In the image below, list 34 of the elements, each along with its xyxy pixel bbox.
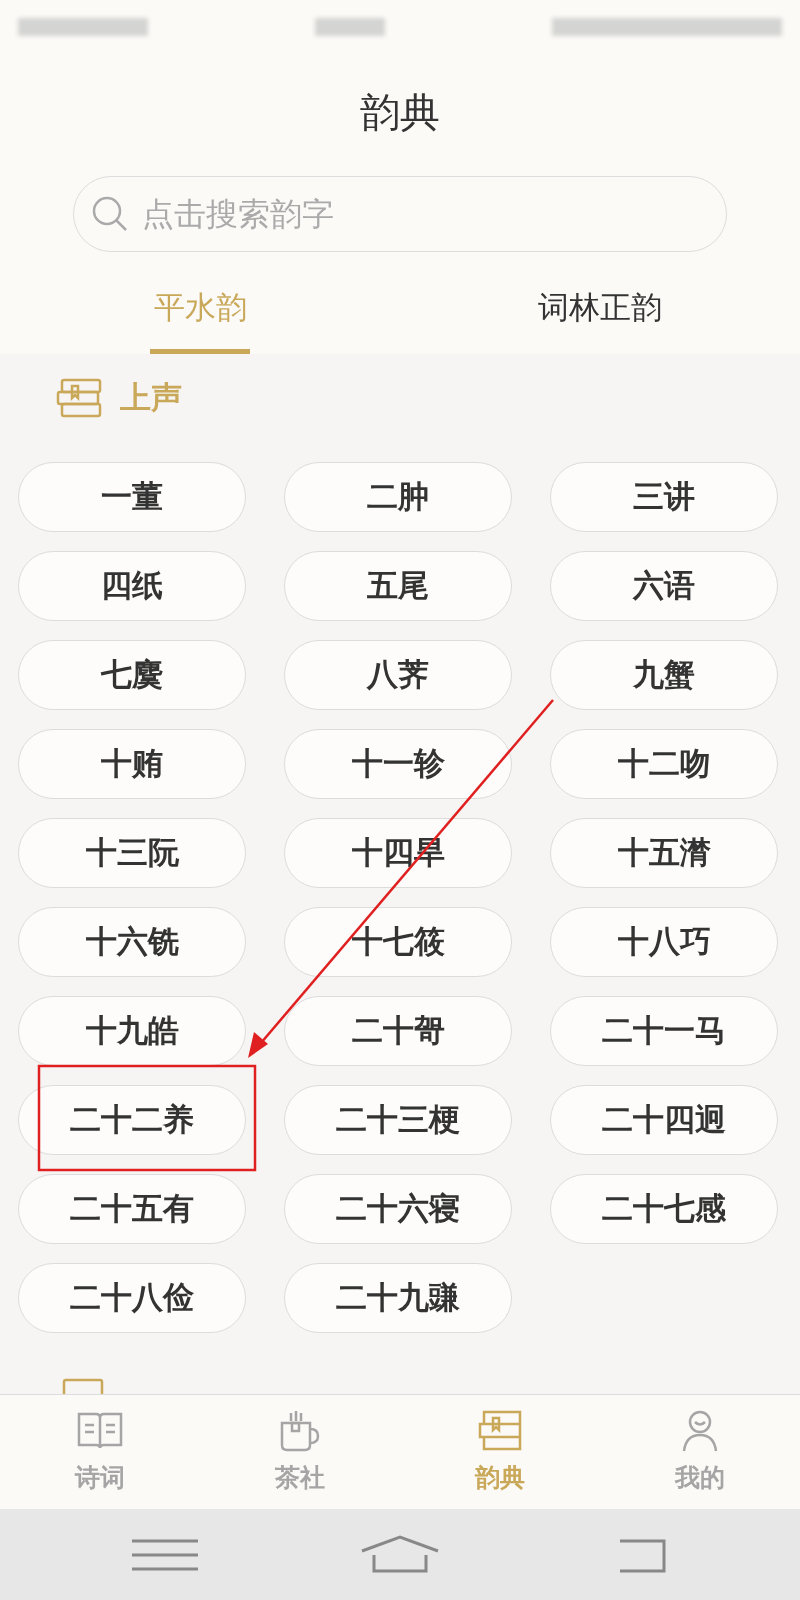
rhyme-button[interactable]: 一董 [18,462,246,533]
rhyme-button[interactable]: 二十三梗 [284,1085,512,1156]
tab[interactable]: 词林正韵 [400,262,800,355]
rhyme-button[interactable]: 四纸 [18,551,246,622]
rhyme-button[interactable]: 八荠 [284,640,512,711]
rhyme-button[interactable]: 六语 [550,551,778,622]
rhyme-button[interactable]: 二十九豏 [284,1263,512,1334]
rhyme-button[interactable]: 二十二养 [18,1085,246,1156]
rhyme-button[interactable]: 三讲 [550,462,778,533]
search-field[interactable]: 点击搜索韵字 [73,176,727,253]
rhyme-button[interactable]: 十三阮 [18,818,246,889]
rhyme-button[interactable]: 二十七感 [550,1174,778,1245]
rhyme-button[interactable]: 二十五有 [18,1174,246,1245]
rhyme-button[interactable]: 二十哿 [284,996,512,1067]
rhyme-button[interactable]: 十贿 [18,729,246,800]
home-icon[interactable] [360,1534,440,1575]
rhyme-button[interactable]: 七麌 [18,640,246,711]
rhyme-button[interactable]: 五尾 [284,551,512,622]
rhyme-button[interactable]: 二十一马 [550,996,778,1067]
rhyme-button[interactable]: 十七筱 [284,907,512,978]
rhyme-button[interactable]: 二十六寝 [284,1174,512,1245]
books-icon [56,378,102,419]
rhyme-button[interactable]: 十九皓 [18,996,246,1067]
page-title: 韵典 [360,88,440,138]
rhyme-button[interactable]: 十八巧 [550,907,778,978]
rhyme-button[interactable]: 二十八俭 [18,1263,246,1334]
rhyme-button[interactable]: 十五潸 [550,818,778,889]
rhyme-button[interactable]: 二肿 [284,462,512,533]
rhyme-button[interactable]: 十六铣 [18,907,246,978]
rhyme-button[interactable]: 十二吻 [550,729,778,800]
rhyme-button[interactable]: 十一轸 [284,729,512,800]
rhyme-button[interactable]: 九蟹 [550,640,778,711]
rhyme-button[interactable]: 二十四迥 [550,1085,778,1156]
section-title: 上声 [120,378,182,418]
